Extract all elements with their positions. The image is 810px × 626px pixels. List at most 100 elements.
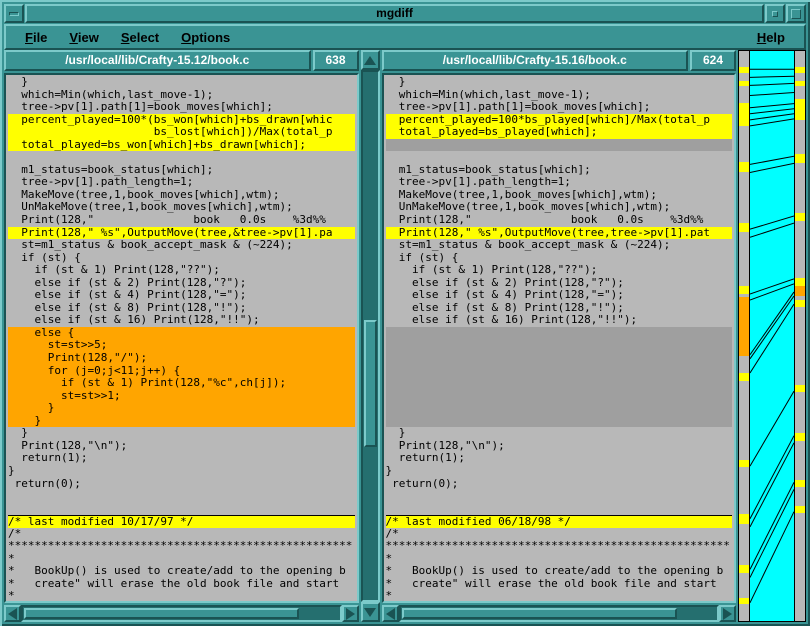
diff-mark-yellow: [739, 103, 749, 125]
diff-chunk-line[interactable]: [386, 377, 733, 390]
code-line: *: [8, 590, 355, 603]
diff-chunk-line[interactable]: /* last modified 10/17/97 */: [8, 515, 355, 528]
mgdiff-window: mgdiff File View Select Options Help /us…: [0, 0, 810, 626]
minimize-button[interactable]: [765, 4, 785, 23]
right-file-path: /usr/local/lib/Crafty-15.16/book.c: [382, 50, 689, 71]
diff-mark-yellow: [795, 99, 805, 120]
right-scroll-right-button[interactable]: [719, 605, 736, 622]
maximize-icon: [791, 9, 801, 19]
diff-mark-yellow: [795, 81, 805, 86]
left-code-area[interactable]: } which=Min(which,last_move-1); tree->pv…: [4, 73, 359, 603]
code-line: st=m1_status & book_accept_mask & (~224)…: [386, 239, 733, 252]
minimize-icon: [772, 11, 778, 17]
diff-mark-yellow: [739, 598, 749, 604]
diff-chunk-line[interactable]: [386, 139, 733, 152]
code-line: }: [386, 465, 733, 478]
vscroll-trough[interactable]: [361, 70, 380, 602]
window-menu-button[interactable]: [4, 4, 24, 23]
diff-mark-yellow: [739, 514, 749, 523]
left-hscroll-trough[interactable]: [21, 605, 342, 622]
right-line-count: 624: [690, 50, 736, 71]
right-pane-header: /usr/local/lib/Crafty-15.16/book.c 624: [382, 50, 737, 71]
code-line: [386, 490, 733, 503]
code-line: else if (st & 4) Print(128,"=");: [386, 289, 733, 302]
maximize-button[interactable]: [786, 4, 806, 23]
left-file-map[interactable]: [738, 50, 750, 622]
titlebar[interactable]: mgdiff: [4, 4, 806, 23]
diff-mark-yellow: [795, 67, 805, 73]
diff-mark-yellow: [795, 154, 805, 163]
diff-overview[interactable]: [738, 50, 806, 622]
diff-mark-yellow: [739, 81, 749, 86]
code-line: [8, 503, 355, 516]
right-hscroll-thumb[interactable]: [402, 608, 677, 619]
left-line-count: 638: [313, 50, 359, 71]
left-scroll-right-button[interactable]: [342, 605, 359, 622]
diff-chunk-line[interactable]: [386, 390, 733, 403]
window-title: mgdiff: [25, 4, 764, 23]
arrow-left-icon: [386, 608, 395, 620]
diff-mark-yellow: [739, 373, 749, 381]
arrow-down-icon: [364, 608, 376, 617]
arrow-right-icon: [346, 608, 355, 620]
right-file-map[interactable]: [794, 50, 806, 622]
diff-chunk-line[interactable]: [386, 415, 733, 428]
left-scroll-left-button[interactable]: [4, 605, 21, 622]
diff-chunk-line[interactable]: if (st & 1) Print(128,"%c",ch[j]);: [8, 377, 355, 390]
code-line: st=m1_status & book_accept_mask & (~224)…: [8, 239, 355, 252]
diff-mark-orange: [795, 286, 805, 296]
diff-chunk-line[interactable]: }: [8, 402, 355, 415]
diff-chunk-line[interactable]: total_played=bs_won[which]+bs_drawn[whic…: [8, 139, 355, 152]
diff-mark-yellow: [795, 506, 805, 512]
main-content: /usr/local/lib/Crafty-15.12/book.c 638 }…: [4, 50, 806, 622]
diff-chunk-line[interactable]: st=st>>1;: [8, 390, 355, 403]
arrow-left-icon: [8, 608, 17, 620]
code-line: }: [386, 76, 733, 89]
diff-mark-yellow: [739, 67, 749, 73]
right-pane: /usr/local/lib/Crafty-15.16/book.c 624 }…: [382, 50, 737, 622]
code-line: ****************************************…: [8, 540, 355, 553]
code-line: Print(128," book 0.0s %3d%%: [8, 214, 355, 227]
code-line: return(1);: [386, 452, 733, 465]
menu-select[interactable]: Select: [112, 27, 168, 48]
left-hscroll-thumb[interactable]: [24, 608, 299, 619]
diff-chunk-line[interactable]: [386, 339, 733, 352]
vscroll-thumb[interactable]: [364, 320, 377, 447]
scroll-up-button[interactable]: [361, 50, 380, 70]
code-line: tree->pv[1].path[1]=book_moves[which];: [386, 101, 733, 114]
code-line: if (st & 1) Print(128,"??");: [386, 264, 733, 277]
menu-file[interactable]: File: [16, 27, 56, 48]
diff-chunk-line[interactable]: [386, 365, 733, 378]
diff-chunk-line[interactable]: [386, 327, 733, 340]
diff-mark-yellow: [795, 278, 805, 286]
code-line: tree->pv[1].path[1]=book_moves[which];: [8, 101, 355, 114]
diff-mark-yellow: [795, 433, 805, 441]
menu-help[interactable]: Help: [748, 27, 794, 48]
code-line: }: [8, 76, 355, 89]
vertical-scrollbar[interactable]: [361, 50, 380, 622]
diff-chunk-line[interactable]: }: [8, 415, 355, 428]
scroll-down-button[interactable]: [361, 602, 380, 622]
code-line: ****************************************…: [386, 540, 733, 553]
diff-chunk-line[interactable]: [386, 352, 733, 365]
diff-chunk-line[interactable]: Print(128,"/");: [8, 352, 355, 365]
menu-options[interactable]: Options: [172, 27, 239, 48]
right-hscrollbar[interactable]: [382, 605, 737, 622]
right-hscroll-trough[interactable]: [399, 605, 720, 622]
right-scroll-left-button[interactable]: [382, 605, 399, 622]
diff-chunk-line[interactable]: /* last modified 06/18/98 */: [386, 515, 733, 528]
diff-mark-yellow: [739, 223, 749, 232]
code-line: }: [386, 427, 733, 440]
right-code-area[interactable]: } which=Min(which,last_move-1); tree->pv…: [382, 73, 737, 603]
code-line: * create" will erase the old book file a…: [386, 578, 733, 591]
diff-mark-orange: [739, 297, 749, 356]
code-line: }: [8, 465, 355, 478]
diff-connector-lines: [750, 50, 794, 622]
code-line: [8, 151, 355, 164]
menu-view[interactable]: View: [60, 27, 107, 48]
diff-chunk-line[interactable]: bs_lost[which])/Max(total_p: [8, 126, 355, 139]
code-line: else if (st & 4) Print(128,"=");: [8, 289, 355, 302]
left-hscrollbar[interactable]: [4, 605, 359, 622]
diff-chunk-line[interactable]: [386, 402, 733, 415]
diff-chunk-line[interactable]: total_played=bs_played[which];: [386, 126, 733, 139]
